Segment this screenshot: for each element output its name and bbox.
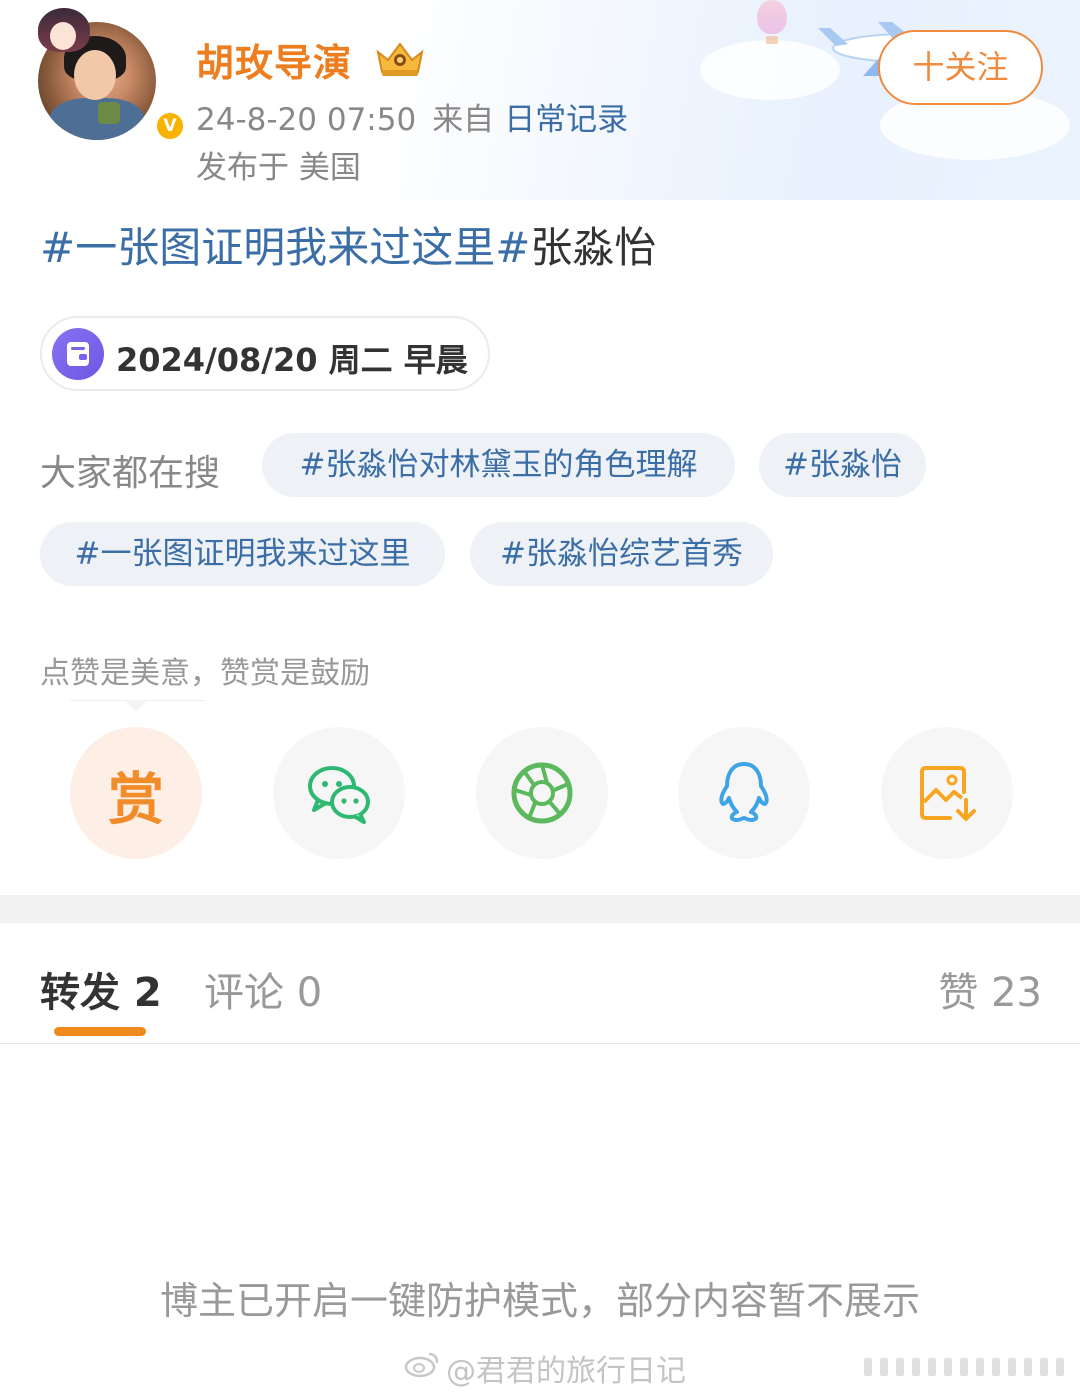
post-content: #一张图证明我来过这里#张淼怡	[40, 214, 656, 275]
active-tab-indicator	[54, 1027, 146, 1036]
tab-like[interactable]: 赞 23	[938, 960, 1042, 1018]
date-card[interactable]: 2024/08/20 周二 早晨	[40, 316, 490, 391]
topic-link[interactable]: #一张图证明我来过这里#	[40, 223, 530, 272]
reward-tip: 点赞是美意，赞赏是鼓励	[40, 656, 370, 691]
section-separator	[0, 895, 1080, 923]
balloon-basket	[766, 36, 778, 44]
post-meta: 24-8-20 07:50 来自 日常记录	[196, 94, 628, 139]
save-image-button[interactable]	[881, 727, 1013, 859]
balloon-icon	[757, 0, 787, 34]
reward-icon: 赏	[108, 768, 164, 833]
share-moments-button[interactable]	[476, 727, 608, 859]
moments-icon	[511, 762, 573, 824]
protection-notice: 博主已开启一键防护模式，部分内容暂不展示	[159, 1279, 920, 1323]
trending-label: 大家都在搜	[40, 453, 221, 494]
weibo-post-page: V 胡玫导演 24-8-20 07:50 来自 日常记录 发布于 美国 十关注 #一…	[0, 0, 1080, 1393]
wechat-icon	[308, 766, 370, 824]
post-body-text: 张淼怡	[530, 223, 657, 272]
date-card-text: 2024/08/20 周二 早晨	[116, 341, 468, 379]
author-name[interactable]: 胡玫导演	[196, 32, 352, 87]
avatar[interactable]: V	[30, 8, 186, 142]
trending-chip[interactable]: #一张图证明我来过这里	[40, 522, 445, 586]
share-wechat-button[interactable]	[273, 727, 405, 859]
tooltip-arrow	[124, 700, 148, 712]
post-timestamp: 24-8-20 07:50	[196, 102, 417, 138]
tabs-divider	[0, 1043, 1080, 1044]
tab-repost[interactable]: 转发 2	[40, 960, 162, 1018]
follow-button[interactable]: 十关注	[878, 30, 1043, 105]
trending-chip[interactable]: #张淼怡对林黛玉的角色理解	[262, 433, 735, 497]
post-source-link[interactable]: 日常记录	[504, 102, 628, 138]
post-location: 发布于 美国	[196, 150, 361, 186]
crown-icon	[376, 42, 424, 76]
weibo-logo-icon	[404, 1352, 439, 1378]
save-image-icon	[920, 766, 976, 821]
avatar-pendant-face	[50, 22, 76, 50]
page-indicator	[864, 1358, 1064, 1376]
qq-icon	[719, 762, 769, 822]
tab-comment[interactable]: 评论 0	[204, 960, 322, 1018]
trending-chip[interactable]: #张淼怡综艺首秀	[470, 522, 773, 586]
watermark: @君君的旅行日记	[446, 1354, 686, 1389]
share-qq-button[interactable]	[678, 727, 810, 859]
calendar-icon	[52, 328, 104, 380]
verified-badge-icon: V	[154, 110, 186, 142]
from-label: 来自	[432, 102, 495, 138]
reward-button[interactable]: 赏	[70, 727, 202, 859]
trending-chip[interactable]: #张淼怡	[759, 433, 926, 497]
